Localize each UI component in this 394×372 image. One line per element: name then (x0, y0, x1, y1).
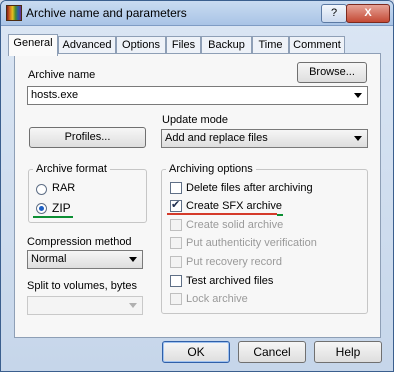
radio-zip-label[interactable]: ZIP (52, 201, 71, 215)
update-mode-label: Update mode (162, 114, 229, 126)
archiving-options-title: Archiving options (166, 163, 256, 175)
radio-rar[interactable] (36, 184, 47, 195)
zip-highlight-underline (33, 216, 73, 218)
solid-archive-checkbox[interactable] (170, 219, 182, 231)
compression-method-label: Compression method (27, 236, 132, 248)
test-files-checkbox[interactable] (170, 275, 182, 287)
chevron-down-icon[interactable] (354, 93, 362, 98)
create-sfx-label[interactable]: Create SFX archive (186, 200, 282, 212)
create-sfx-checkbox[interactable]: ✔ (170, 199, 182, 212)
close-button[interactable]: X (346, 4, 390, 23)
authenticity-checkbox[interactable] (170, 237, 182, 249)
title-bar[interactable]: Archive name and parameters ? X (1, 1, 393, 26)
help-title-button[interactable]: ? (321, 4, 347, 23)
archive-name-field[interactable]: hosts.exe (27, 86, 368, 105)
split-volumes-label: Split to volumes, bytes (27, 280, 138, 292)
lock-archive-checkbox[interactable] (170, 293, 182, 305)
ok-button[interactable]: OK (162, 341, 230, 363)
archive-format-title: Archive format (33, 163, 110, 175)
sfx-highlight-underline (167, 213, 277, 215)
recovery-record-checkbox[interactable] (170, 256, 182, 268)
radio-rar-label[interactable]: RAR (52, 182, 75, 194)
solid-archive-label[interactable]: Create solid archive (186, 219, 283, 231)
split-volumes-field[interactable] (27, 296, 143, 315)
browse-button[interactable]: Browse... (297, 62, 367, 83)
recovery-record-label[interactable]: Put recovery record (186, 256, 282, 268)
chevron-down-icon (129, 303, 137, 308)
archive-name-label: Archive name (28, 69, 96, 81)
archive-name-value: hosts.exe (31, 89, 79, 101)
test-files-label[interactable]: Test archived files (186, 275, 273, 287)
compression-method-value: Normal (31, 253, 67, 265)
help-button[interactable]: Help (314, 341, 382, 363)
tab-general[interactable]: General (8, 34, 58, 56)
lock-archive-label[interactable]: Lock archive (186, 293, 248, 305)
profiles-button[interactable]: Profiles... (29, 127, 146, 148)
update-mode-value: Add and replace files (165, 132, 268, 144)
delete-files-label[interactable]: Delete files after archiving (186, 182, 313, 194)
cancel-button[interactable]: Cancel (238, 341, 306, 363)
sfx-highlight-underline-end (277, 214, 283, 216)
delete-files-checkbox[interactable] (170, 182, 182, 194)
check-icon: ✔ (171, 199, 181, 211)
authenticity-label[interactable]: Put authenticity verification (186, 237, 317, 249)
archive-format-group (28, 169, 147, 223)
chevron-down-icon (354, 136, 362, 141)
update-mode-select[interactable]: Add and replace files (161, 129, 368, 148)
winrar-icon (6, 5, 22, 21)
chevron-down-icon (129, 257, 137, 262)
compression-method-select[interactable]: Normal (27, 250, 143, 269)
radio-zip[interactable] (36, 203, 47, 214)
window-title: Archive name and parameters (26, 6, 187, 20)
